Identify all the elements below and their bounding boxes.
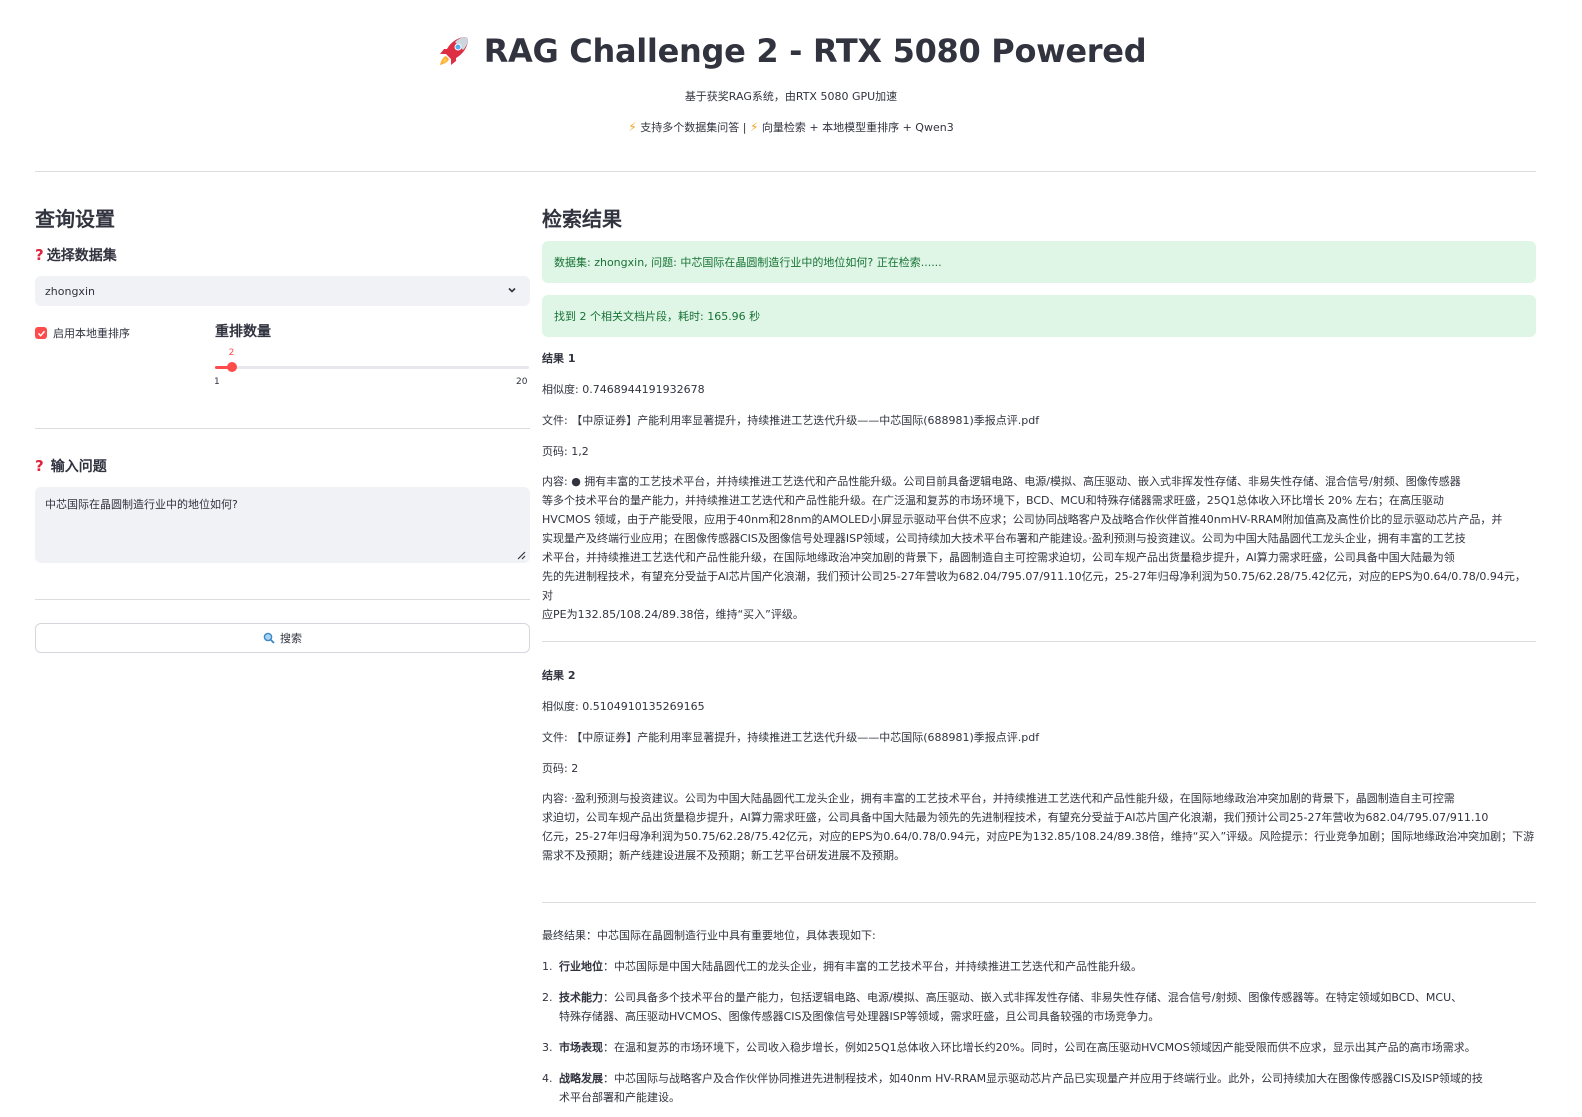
question-input-value: 中芯国际在晶圆制造行业中的地位如何? [45, 498, 238, 511]
dataset-select-value: zhongxin [45, 284, 95, 298]
rerank-count-value: 2 [228, 348, 235, 358]
content-line: 亿元，25-27年归母净利润为50.75/62.28/75.42亿元，对应的EP… [542, 830, 1535, 843]
dataset-select[interactable]: zhongxin [35, 276, 530, 306]
list-item-label: 战略发展 [559, 1072, 603, 1085]
list-item-text: ：中芯国际与战略客户及合作伙伴协同推进先进制程技术，如40nm HV-RRAM显… [603, 1072, 1483, 1085]
left-divider-2 [35, 599, 530, 600]
search-icon [263, 632, 275, 644]
question-label-text: 输入问题 [50, 459, 107, 475]
content-line: 求迫切，公司车规产品出货量稳步提升，AI算力需求旺盛，公司具备中国大陆最为领先的… [542, 811, 1489, 824]
list-item-label: 技术能力 [559, 991, 603, 1004]
lightning-icon: ⚡ [628, 120, 637, 134]
list-item-text: 术平台部署和产能建设。 [559, 1091, 680, 1104]
content-line: 内容: ● 拥有丰富的工艺技术平台，并持续推进工艺迭代和产品性能升级。公司目前具… [542, 475, 1461, 488]
status-alert-searching: 数据集: zhongxin, 问题: 中芯国际在晶圆制造行业中的地位如何? 正在… [542, 241, 1536, 283]
settings-heading: 查询设置 [35, 207, 115, 231]
rerank-checkbox-label: 启用本地重排序 [53, 327, 130, 340]
result-2-pages: 页码: 2 [542, 762, 579, 775]
status-text-1: 数据集: zhongxin, 问题: 中芯国际在晶圆制造行业中的地位如何? 正在… [554, 256, 942, 269]
rerank-slider-track[interactable] [215, 366, 529, 369]
result-2-similarity: 相似度: 0.5104910135269165 [542, 700, 705, 713]
question-label: ? 输入问题 [35, 456, 107, 476]
list-item: 1. 行业地位：中芯国际是中国大陆晶圆代工的龙头企业，拥有丰富的工艺技术平台，并… [542, 957, 1536, 976]
question-mark-icon: ? [35, 246, 44, 264]
result-2-file: 文件: 【中原证券】产能利用率显著提升，持续推进工艺迭代升级——中芯国际(688… [542, 731, 1040, 744]
results-heading: 检索结果 [542, 207, 622, 231]
result-1-similarity: 相似度: 0.7468944191932678 [542, 383, 705, 396]
content-line: 需求不及预期；新产线建设进展不及预期；新工艺平台研发进展不及预期。 [542, 849, 905, 862]
status-alert-found: 找到 2 个相关文档片段，耗时: 165.96 秒 [542, 295, 1536, 337]
feature-line: ⚡ 支持多个数据集问答 | ⚡ 向量检索 + 本地模型重排序 + Qwen3 [0, 119, 1582, 135]
rerank-checkbox[interactable]: 启用本地重排序 [35, 325, 130, 341]
content-line: 先的先进制程技术，有望充分受益于AI芯片国产化浪潮，我们预计公司25-27年营收… [542, 570, 1526, 602]
search-button[interactable]: 搜索 [35, 623, 530, 653]
content-line: HVCMOS 领域，由于产能受限，应用于40nm和28nm的AMOLED小屏显示… [542, 513, 1503, 526]
final-result-intro: 最终结果：中芯国际在晶圆制造行业中具有重要地位，具体表现如下: [542, 929, 876, 942]
result-2-content: 内容: ·盈利预测与投资建议。公司为中国大陆晶圆代工龙头企业，拥有丰富的工艺技术… [542, 789, 1536, 865]
result-2-title: 结果 2 [542, 669, 576, 682]
status-text-2: 找到 2 个相关文档片段，耗时: 165.96 秒 [554, 310, 761, 323]
final-result-list: 1. 行业地位：中芯国际是中国大陆晶圆代工的龙头企业，拥有丰富的工艺技术平台，并… [542, 957, 1536, 1107]
search-button-label: 搜索 [280, 632, 302, 645]
list-item: 2. 技术能力：公司具备多个技术平台的量产能力，包括逻辑电路、电源/模拟、高压驱… [542, 988, 1536, 1026]
rerank-slider-max: 20 [516, 377, 528, 387]
list-item-label: 市场表现 [559, 1041, 603, 1054]
list-item-text: ：公司具备多个技术平台的量产能力，包括逻辑电路、电源/模拟、高压驱动、嵌入式非挥… [603, 991, 1463, 1004]
list-item-text: ：在温和复苏的市场环境下，公司收入稳步增长，例如25Q1总体收入环比增长约20%… [603, 1041, 1476, 1054]
result-1-file: 文件: 【中原证券】产能利用率显著提升，持续推进工艺迭代升级——中芯国际(688… [542, 414, 1040, 427]
content-line: 内容: ·盈利预测与投资建议。公司为中国大陆晶圆代工龙头企业，拥有丰富的工艺技术… [542, 792, 1455, 805]
dataset-label-text: 选择数据集 [46, 248, 117, 264]
result-divider-1 [542, 641, 1536, 642]
list-item-number: 3. [542, 1041, 553, 1054]
list-item-text: 特殊存储器、高压驱动HVCMOS、图像传感器CIS及图像信号处理器ISP等领域，… [559, 1010, 1160, 1023]
resize-handle-icon[interactable] [516, 550, 526, 560]
content-line: 实现量产及终端行业应用；在图像传感器CIS及图像信号处理器ISP领域，公司持续加… [542, 532, 1466, 545]
list-item-label: 行业地位 [559, 960, 603, 973]
dataset-label: ? 选择数据集 [35, 245, 117, 265]
rerank-count-label: 重排数量 [215, 324, 271, 340]
question-mark-icon: ? [35, 457, 44, 475]
feature-2: 向量检索 + 本地模型重排序 + Qwen3 [761, 121, 954, 134]
list-item-text: ：中芯国际是中国大陆晶圆代工的龙头企业，拥有丰富的工艺技术平台，并持续推进工艺迭… [603, 960, 1142, 973]
left-divider-1 [35, 428, 530, 429]
result-divider-2 [542, 902, 1536, 903]
chevron-down-icon [508, 287, 516, 293]
app-header: RAG Challenge 2 - RTX 5080 Powered [0, 32, 1582, 70]
list-item: 3. 市场表现：在温和复苏的市场环境下，公司收入稳步增长，例如25Q1总体收入环… [542, 1038, 1536, 1057]
result-1-title: 结果 1 [542, 352, 576, 365]
question-input[interactable]: 中芯国际在晶圆制造行业中的地位如何? [35, 487, 530, 563]
content-line: 等多个技术平台的量产能力，并持续推进工艺迭代和产品性能升级。在广泛温和复苏的市场… [542, 494, 1444, 507]
content-line: 应PE为132.85/108.24/89.38倍，维持“买入”评级。 [542, 608, 804, 621]
list-item-number: 1. [542, 960, 553, 973]
list-item-number: 2. [542, 991, 553, 1004]
page-title: RAG Challenge 2 - RTX 5080 Powered [483, 32, 1147, 70]
rerank-slider-thumb[interactable] [226, 362, 237, 372]
list-item: 4. 战略发展：中芯国际与战略客户及合作伙伴协同推进先进制程技术，如40nm H… [542, 1069, 1536, 1107]
header-divider [35, 171, 1536, 172]
list-item-number: 4. [542, 1072, 553, 1085]
page-subtitle: 基于获奖RAG系统，由RTX 5080 GPU加速 [684, 90, 898, 103]
lightning-icon: ⚡ [749, 120, 759, 134]
checkbox-checked-icon[interactable] [35, 327, 47, 339]
feature-1: 支持多个数据集问答 | [640, 121, 747, 134]
result-1-content: 内容: ● 拥有丰富的工艺技术平台，并持续推进工艺迭代和产品性能升级。公司目前具… [542, 472, 1536, 624]
rerank-slider-min: 1 [214, 377, 220, 387]
content-line: 术平台，并持续推进工艺迭代和产品性能升级，在国际地缘政治冲突加剧的背景下，晶圆制… [542, 551, 1455, 564]
rocket-icon [439, 37, 468, 65]
result-1-pages: 页码: 1,2 [542, 445, 589, 458]
